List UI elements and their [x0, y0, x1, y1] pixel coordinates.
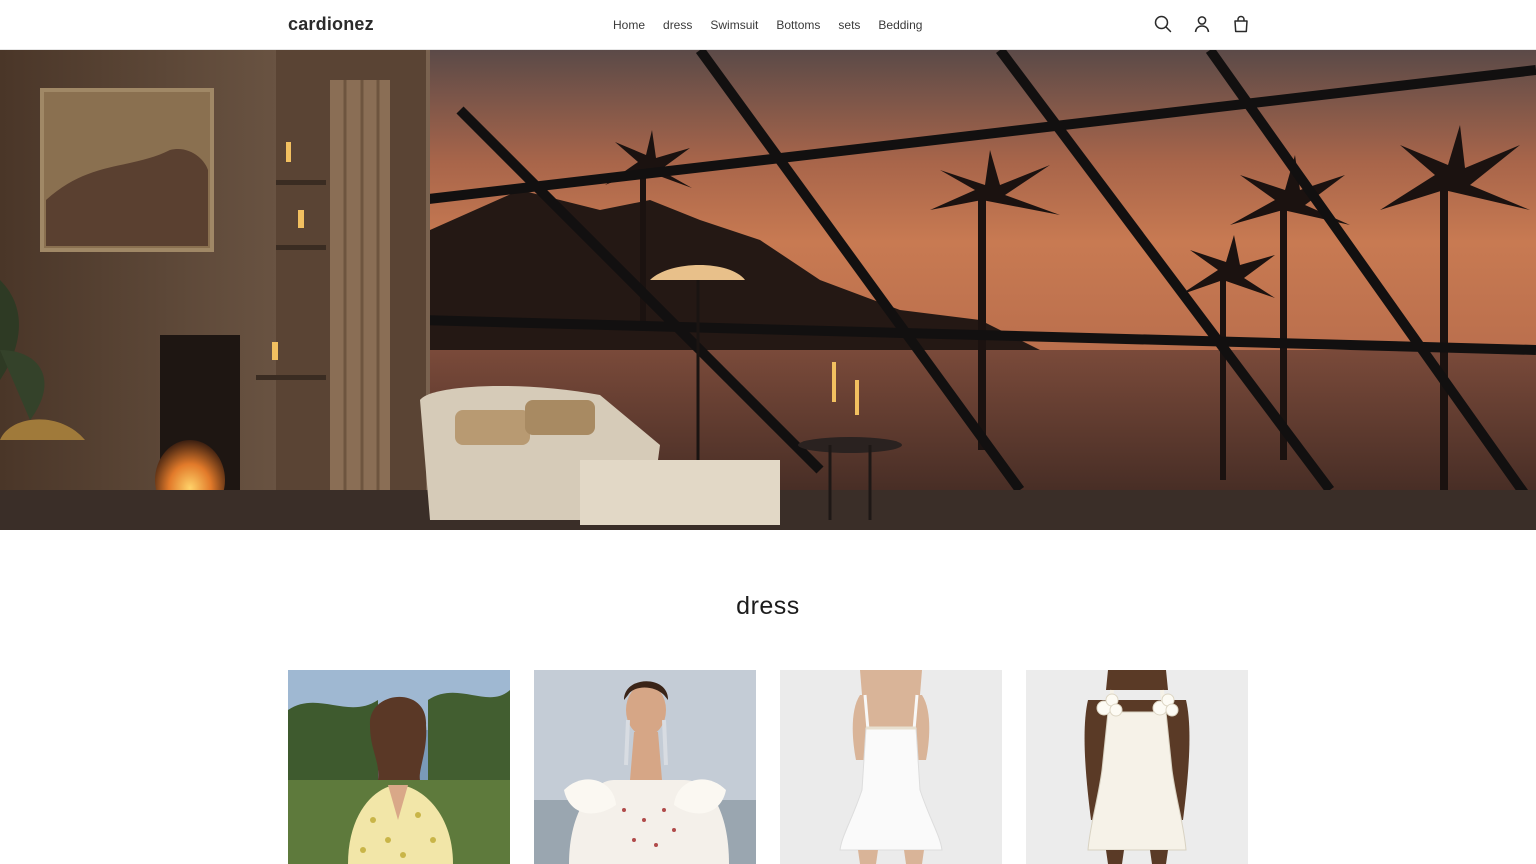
search-button[interactable]: [1152, 12, 1174, 36]
collection-title: dress: [736, 592, 800, 620]
product-card[interactable]: [780, 670, 1002, 864]
nav-dress[interactable]: dress: [654, 17, 701, 33]
product-card[interactable]: [534, 670, 756, 864]
store-logo[interactable]: cardionez: [288, 14, 374, 35]
product-image: [534, 670, 756, 864]
product-grid: [288, 670, 1248, 864]
site-header: cardionez Home dress Swimsuit Bottoms se…: [0, 0, 1536, 50]
nav-swimsuit[interactable]: Swimsuit: [701, 17, 767, 33]
nav-bedding[interactable]: Bedding: [869, 17, 931, 33]
cart-button[interactable]: [1230, 12, 1252, 36]
nav-bottoms[interactable]: Bottoms: [767, 17, 829, 33]
product-image: [288, 670, 510, 864]
account-button[interactable]: [1191, 12, 1213, 36]
hero-image: [0, 50, 1536, 530]
nav-sets[interactable]: sets: [829, 17, 869, 33]
product-image: [1026, 670, 1248, 864]
account-icon: [1194, 16, 1210, 33]
cart-icon: [1234, 15, 1248, 33]
nav-home[interactable]: Home: [604, 17, 654, 33]
search-icon: [1154, 15, 1172, 33]
main-nav: Home dress Swimsuit Bottoms sets Bedding: [604, 17, 931, 33]
product-image: [780, 670, 1002, 864]
hero-banner: [0, 50, 1536, 530]
header-icons: [1152, 12, 1252, 36]
product-card[interactable]: [288, 670, 510, 864]
product-card[interactable]: [1026, 670, 1248, 864]
